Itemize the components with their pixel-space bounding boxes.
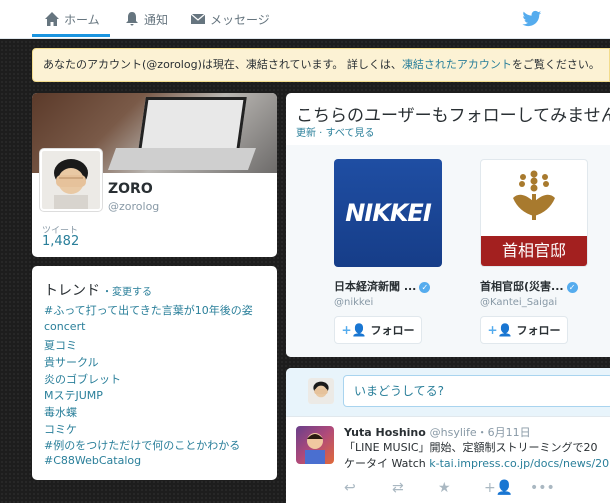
top-nav-bar: ホーム 通知 メッセージ: [0, 0, 610, 39]
tweet-text: 「LINE MUSIC」開始、定額制ストリーミングで20 ケータイ Watch …: [344, 440, 610, 472]
alert-text-after: をご覧ください。: [511, 58, 600, 71]
profile-card: ZORO @zorolog ツイート 1,482: [32, 93, 277, 257]
nav-home[interactable]: ホーム: [44, 0, 100, 38]
alert-text-before: あなたのアカウント(@zorolog)は現在、凍結されています。 詳しくは、: [43, 58, 402, 71]
suggestions-row: NIKKEI 日本経済新聞 ...✓ @nikkei +👤フォロー 首相官邸: [286, 145, 610, 357]
trends-card: トレンド ・変更する #ふって打って出てきた言葉が10年後の姿 concert 夏…: [32, 266, 277, 480]
trend-item[interactable]: 炎のゴブレット: [44, 371, 121, 387]
refresh-link[interactable]: 更新: [296, 128, 316, 139]
follow-person-icon: +👤: [341, 323, 367, 337]
envelope-icon: [190, 11, 206, 27]
follow-person-icon: +👤: [487, 323, 513, 337]
nav-home-active-indicator: [32, 34, 110, 37]
trend-item[interactable]: MステJUMP: [44, 387, 103, 403]
tweet-author-handle: @hsylife: [429, 426, 477, 439]
tweet-link[interactable]: k-tai.impress.co.jp/docs/news/2015: [429, 457, 610, 470]
follow-button-label: フォロー: [516, 324, 561, 337]
suspended-account-link[interactable]: 凍結されたアカウント: [402, 58, 512, 71]
suggestion-name-text: 日本経済新聞 ...: [334, 280, 417, 293]
nikkei-logo-text: NIKKEI: [345, 199, 432, 227]
more-icon[interactable]: •••: [530, 480, 555, 496]
nav-notifications[interactable]: 通知: [124, 0, 168, 38]
twitter-bird-icon[interactable]: [522, 10, 542, 28]
compose-tweet-input[interactable]: いまどうしてる?: [343, 375, 610, 407]
trend-item[interactable]: #ふって打って出てきた言葉が10年後の姿: [44, 302, 253, 318]
follow-button-label: フォロー: [370, 324, 415, 337]
verified-badge-icon: ✓: [419, 281, 431, 293]
compose-avatar: [308, 378, 334, 404]
home-icon: [44, 11, 60, 27]
suggestion-handle: @Kantei_Saigai: [480, 297, 558, 308]
tweet-author-avatar[interactable]: [296, 426, 334, 464]
tweets-count[interactable]: 1,482: [42, 234, 79, 249]
trends-change-link[interactable]: ・変更する: [102, 287, 152, 298]
nav-home-label: ホーム: [64, 12, 100, 27]
compose-area: いまどうしてる?: [286, 368, 610, 417]
verified-badge-icon: ✓: [566, 281, 578, 293]
who-to-follow-links: 更新 · すべて見る: [296, 128, 375, 139]
tweet-header[interactable]: Yuta Hoshino @hsylife・6月11日: [344, 424, 531, 440]
trend-item[interactable]: 貴サークル: [44, 354, 99, 370]
trend-item[interactable]: #例のをつけただけで何のことかわかる: [44, 437, 240, 453]
reply-icon[interactable]: ↩: [344, 480, 356, 496]
tweet-text-line2: ケータイ Watch k-tai.impress.co.jp/docs/news…: [344, 456, 610, 472]
tweet-date: ・6月11日: [476, 426, 531, 439]
suggestion-handle: @nikkei: [334, 297, 374, 308]
follow-button[interactable]: +👤 フォロー: [334, 316, 422, 344]
who-to-follow-card: こちらのユーザーもフォローしてみませんか 更新 · すべて見る NIKKEI 日…: [286, 93, 610, 357]
profile-handle[interactable]: @zorolog: [108, 200, 159, 213]
tweet-author-name: Yuta Hoshino: [344, 426, 426, 439]
suggestion-name[interactable]: 首相官邸(災害... ✓: [480, 278, 578, 294]
suggestion-name[interactable]: 日本経済新聞 ... ✓: [334, 278, 431, 294]
trend-item[interactable]: コミケ: [44, 421, 77, 437]
favorite-star-icon[interactable]: ★: [438, 480, 451, 496]
nav-messages[interactable]: メッセージ: [190, 0, 270, 38]
trend-item[interactable]: #C88WebCatalog: [44, 454, 141, 467]
timeline: いまどうしてる? Yuta Hoshino @hsylife・6月11日 「LI…: [286, 368, 610, 503]
suggestion-name-text: 首相官邸(災害...: [480, 280, 564, 293]
nav-messages-label: メッセージ: [210, 12, 270, 27]
paulownia-seal-icon: [513, 170, 555, 220]
tweet-text-line1: 「LINE MUSIC」開始、定額制ストリーミングで20: [344, 441, 598, 454]
account-suspended-alert: あなたのアカウント(@zorolog)は現在、凍結されています。 詳しくは、凍結…: [32, 48, 610, 82]
follow-user-icon[interactable]: +👤: [484, 480, 513, 496]
suggestion-kantei: 首相官邸 首相官邸(災害... ✓ @Kantei_Saigai +👤 フォロー: [480, 145, 600, 357]
tweet-text-line2-prefix: ケータイ Watch: [344, 457, 430, 470]
trend-item[interactable]: 夏コミ: [44, 337, 77, 353]
retweet-icon[interactable]: ⇄: [392, 480, 404, 496]
tweet-actions: ↩ ⇄ ★ +👤 •••: [344, 480, 604, 498]
view-all-link[interactable]: すべて見る: [326, 128, 375, 139]
trends-heading: トレンド ・変更する: [44, 280, 152, 300]
follow-button[interactable]: +👤 フォロー: [480, 316, 568, 344]
trend-item[interactable]: 毒水蝶: [44, 404, 77, 420]
banner-laptop-screen: [138, 97, 247, 151]
trends-title: トレンド: [44, 283, 100, 299]
kantei-logo-text: 首相官邸: [481, 236, 587, 266]
nav-notifications-label: 通知: [144, 12, 169, 27]
bell-icon: [124, 11, 140, 27]
kantei-logo[interactable]: 首相官邸: [480, 159, 588, 267]
banner-laptop-base: [107, 148, 257, 170]
who-to-follow-title: こちらのユーザーもフォローしてみませんか: [296, 106, 610, 126]
profile-name[interactable]: ZORO: [108, 181, 153, 197]
nikkei-logo[interactable]: NIKKEI: [334, 159, 442, 267]
suggestion-nikkei: NIKKEI 日本経済新聞 ... ✓ @nikkei +👤 フォロー: [334, 145, 454, 357]
trend-item[interactable]: concert: [44, 320, 85, 333]
profile-avatar[interactable]: [40, 149, 102, 211]
